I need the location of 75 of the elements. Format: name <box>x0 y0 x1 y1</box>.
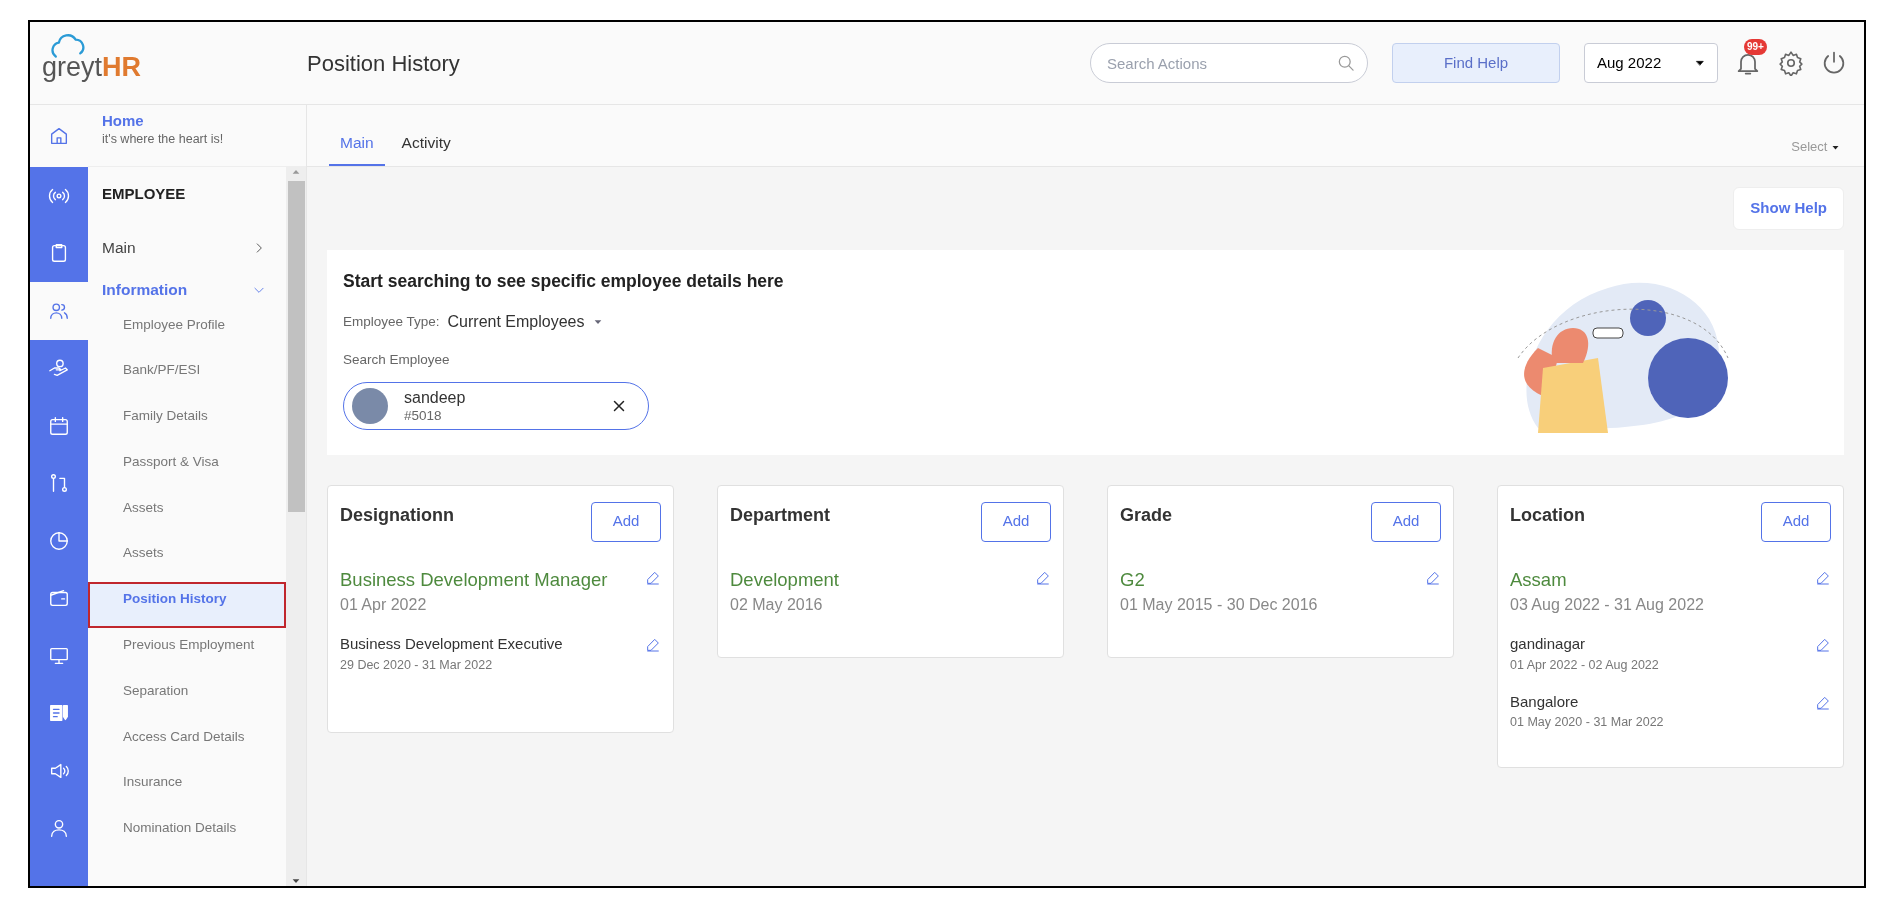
notification-badge: 99+ <box>1744 39 1767 55</box>
page-title: Position History <box>307 49 460 78</box>
card-title: Location <box>1510 503 1585 527</box>
entry-value: Bangalore <box>1510 691 1579 712</box>
show-help-button[interactable]: Show Help <box>1733 187 1844 230</box>
entry-date: 03 Aug 2022 - 31 Aug 2022 <box>1510 595 1705 616</box>
nav-item[interactable]: Nomination Details <box>88 811 286 858</box>
home-subtitle: it's where the heart is! <box>102 130 225 148</box>
caret-icon <box>1695 58 1705 68</box>
home-icon[interactable] <box>48 125 70 147</box>
entry-value: gandinagar <box>1510 634 1586 655</box>
pie-chart-icon <box>48 529 70 552</box>
nav-item[interactable]: Assets <box>88 490 286 537</box>
nav-item[interactable]: Previous Employment <box>88 628 286 674</box>
pencil-icon[interactable] <box>1815 569 1831 586</box>
pencil-icon[interactable] <box>645 569 661 586</box>
employee-id: #5018 <box>404 407 443 425</box>
employee-type-dropdown[interactable]: Current Employees <box>447 309 603 334</box>
entry-date: 01 Apr 2022 <box>340 595 428 616</box>
calendar-icon <box>48 414 70 437</box>
nav-item[interactable]: Assets <box>88 536 286 583</box>
add-button[interactable]: Add <box>1761 501 1831 542</box>
entry-value: Development <box>730 567 839 592</box>
nav-item[interactable]: Position History <box>88 582 286 629</box>
pencil-icon[interactable] <box>1425 569 1441 586</box>
pencil-icon[interactable] <box>645 637 661 654</box>
nav-item[interactable]: Family Details <box>88 399 286 445</box>
tab[interactable]: Activity <box>390 130 462 166</box>
panel-heading: Start searching to see specific employee details here <box>343 269 784 293</box>
pencil-icon[interactable] <box>1815 637 1831 654</box>
nav-item[interactable]: Separation <box>88 673 286 720</box>
add-button[interactable]: Add <box>1371 501 1441 542</box>
period-dropdown[interactable]: Aug 2022 <box>1584 43 1718 83</box>
select-menu[interactable]: Select <box>1785 135 1846 166</box>
scrollbar[interactable] <box>286 167 306 886</box>
add-button[interactable]: Add <box>591 501 661 542</box>
search-icon <box>1336 53 1356 73</box>
nav-item[interactable]: Passport & Visa <box>88 444 286 491</box>
entry-date: 29 Dec 2020 - 31 Mar 2022 <box>340 656 494 674</box>
flow-icon <box>48 472 70 495</box>
nav-item[interactable]: Bank/PF/ESI <box>88 353 286 400</box>
nav-group[interactable]: Main <box>88 223 286 272</box>
logo: greytHR <box>42 45 142 81</box>
nav-item[interactable]: Employee Profile <box>88 307 286 354</box>
find-help-button[interactable]: Find Help <box>1392 43 1560 83</box>
scroll-up-icon <box>291 167 301 177</box>
pencil-icon[interactable] <box>1035 569 1051 586</box>
tab[interactable]: Main <box>329 130 385 166</box>
nav-group[interactable]: Information <box>88 271 286 308</box>
rail-menu-item[interactable] <box>30 282 88 340</box>
card-title: Grade <box>1120 503 1173 527</box>
entry-value: Business Development Manager <box>340 567 608 592</box>
section-heading: EMPLOYEE <box>101 184 187 204</box>
card-title: Department <box>730 503 831 527</box>
scroll-down-icon <box>291 876 301 886</box>
entry-date: 01 May 2020 - 31 Mar 2022 <box>1510 714 1665 731</box>
person-icon <box>48 817 70 840</box>
entry-date: 02 May 2016 <box>730 595 824 616</box>
nav-item[interactable]: Access Card Details <box>88 719 286 766</box>
employee-name: sandeep <box>404 387 467 408</box>
home-link[interactable]: Home <box>102 113 306 130</box>
entry-date: 01 Apr 2022 - 02 Aug 2022 <box>1510 656 1660 674</box>
settings-icon[interactable] <box>1778 50 1804 76</box>
entry-value: Assam <box>1510 567 1567 592</box>
search-employee-label: Search Employee <box>343 350 451 369</box>
nav-item[interactable]: Insurance <box>88 765 286 812</box>
search-field[interactable]: Search Actions <box>1090 43 1368 83</box>
avatar <box>352 388 388 424</box>
employee-type-label: Employee Type: <box>343 312 440 331</box>
entry-value: G2 <box>1120 567 1145 592</box>
entry-value: Business Development Executive <box>340 634 563 655</box>
card-title: Designationn <box>340 503 454 527</box>
entry-date: 01 May 2015 - 30 Dec 2016 <box>1120 595 1319 616</box>
pencil-icon[interactable] <box>1815 694 1831 711</box>
add-button[interactable]: Add <box>981 501 1051 542</box>
